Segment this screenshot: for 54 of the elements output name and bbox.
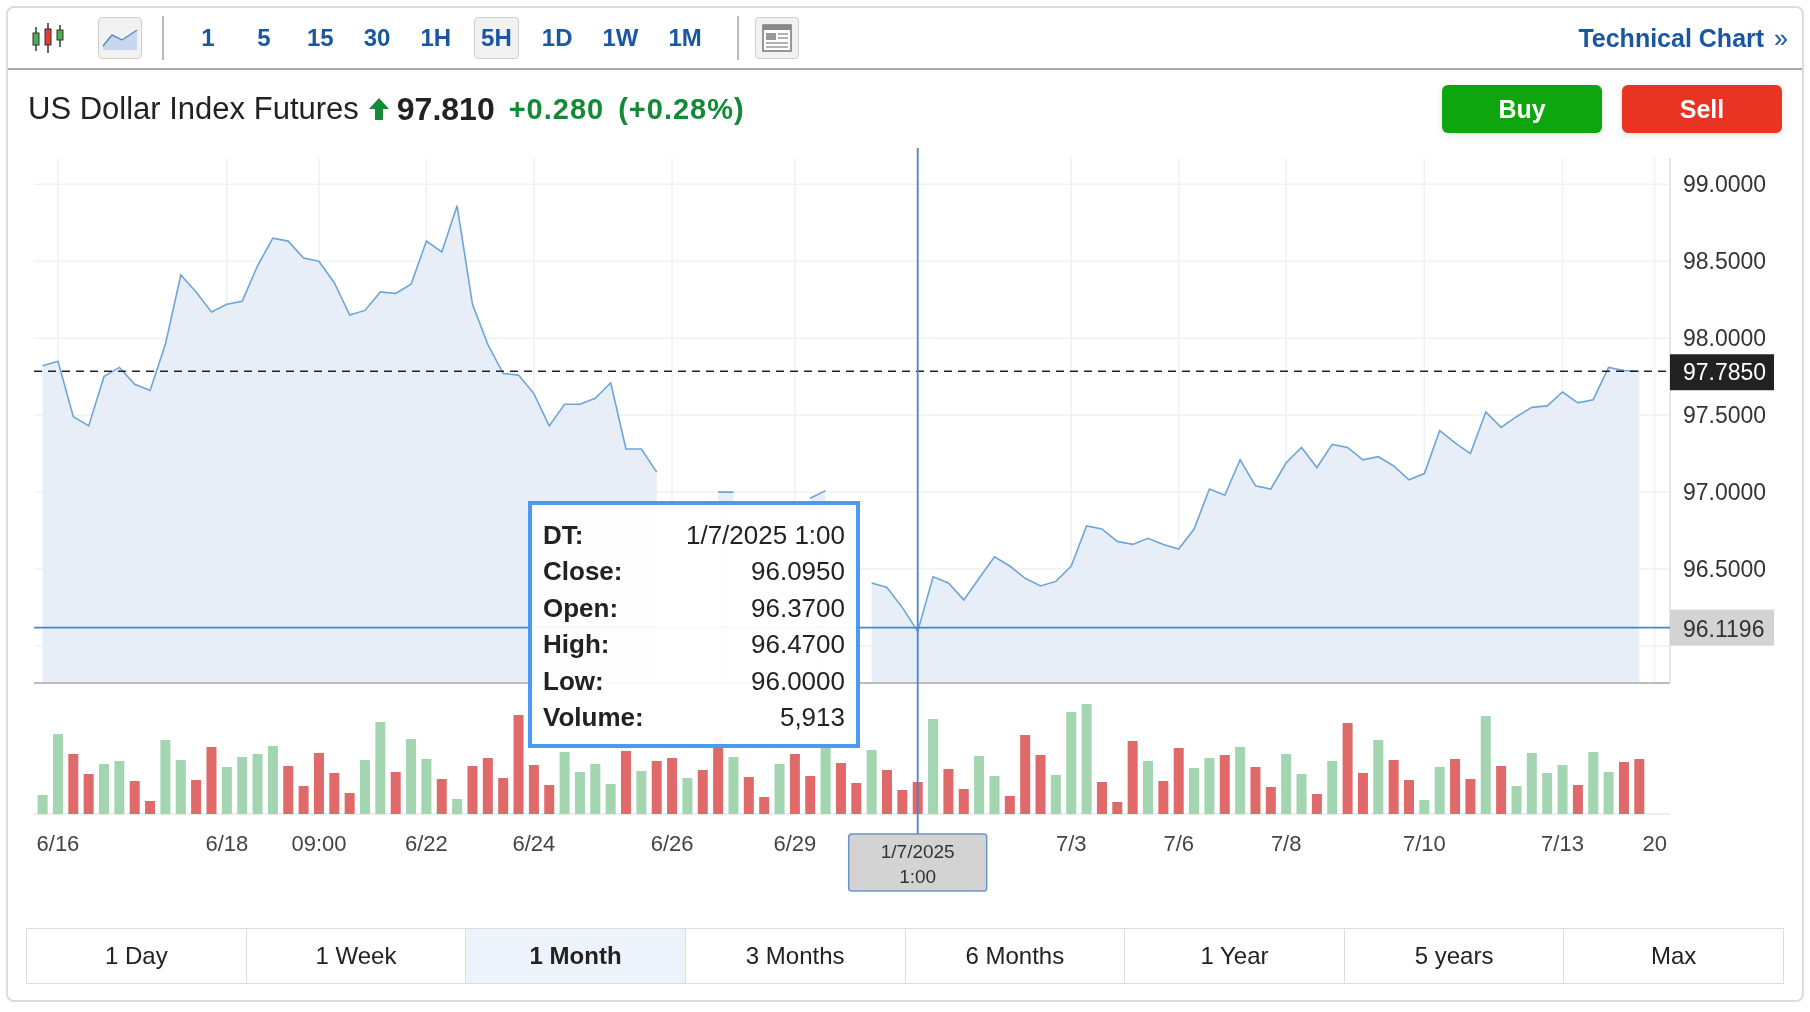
last-price: 97.810: [396, 90, 495, 128]
price-change: +0.280: [508, 92, 605, 126]
interval-button[interactable]: 1D: [534, 17, 580, 59]
x-axis-label: 09:00: [291, 831, 347, 856]
y-axis-label: 96.5000: [1683, 556, 1767, 583]
tooltip-label: High:: [543, 629, 610, 661]
interval-button[interactable]: 1H: [413, 17, 459, 59]
line-chart-button[interactable]: [98, 17, 142, 59]
sell-button[interactable]: Sell: [1622, 85, 1782, 133]
interval-button[interactable]: 15: [300, 17, 341, 59]
ref-line-label: 96.1196: [1683, 615, 1765, 642]
interval-button[interactable]: 1M: [661, 17, 709, 59]
tooltip-value: 1/7/2025 1:00: [685, 519, 845, 551]
tooltip-label: Open:: [543, 592, 619, 624]
x-axis-label: 6/26: [650, 831, 694, 856]
instrument-name: US Dollar Index Futures: [28, 91, 359, 127]
interval-button[interactable]: 5: [244, 17, 284, 59]
x-axis-label: 6/22: [405, 831, 448, 856]
interval-button[interactable]: 30: [356, 17, 398, 59]
x-axis-label: 7/6: [1163, 831, 1194, 856]
price-change-percent: (+0.28%): [618, 92, 745, 126]
y-axis-label: 97.5000: [1683, 402, 1767, 429]
x-axis-label: 6/29: [773, 831, 817, 856]
y-axis-label: 99.0000: [1683, 171, 1767, 198]
interval-button[interactable]: 5H: [474, 17, 519, 59]
tooltip-label: Volume:: [543, 702, 644, 734]
y-axis-label: 98.5000: [1683, 248, 1767, 275]
y-axis-label: 97.0000: [1683, 479, 1767, 506]
tooltip-value: 96.0000: [751, 665, 845, 697]
x-axis-label: 6/16: [36, 831, 80, 856]
interval-button[interactable]: 1W: [595, 17, 646, 59]
tooltip-value: 5,913: [779, 702, 845, 734]
tooltip-value: 96.0950: [751, 556, 845, 588]
crosshair-price-tag: 96.1196: [1670, 609, 1774, 646]
x-axis-label: 6/24: [512, 831, 556, 856]
interval-button[interactable]: 1: [188, 17, 228, 59]
y-axis-label: 98.0000: [1683, 325, 1767, 352]
x-axis-label: 7/10: [1402, 831, 1446, 856]
x-axis-label: 20: [1642, 831, 1667, 856]
tooltip-label: DT:: [543, 519, 584, 551]
ref-line-label: 97.7850: [1683, 359, 1767, 386]
tooltip-value: 96.3700: [751, 592, 845, 624]
technical-chart-link[interactable]: Technical Chart »: [1578, 23, 1788, 53]
x-axis-label: 7/13: [1541, 831, 1584, 856]
tooltip-label: Low:: [543, 665, 604, 697]
crosshair-date-tag: 1/7/2025 1:00: [847, 833, 988, 892]
range-tab[interactable]: 1 Month: [465, 929, 685, 983]
x-axis-label: 6/18: [205, 831, 249, 856]
layout-button[interactable]: [754, 17, 799, 59]
tooltip-label: Close:: [543, 556, 623, 588]
last-price-tag: 97.7850: [1670, 354, 1774, 391]
x-axis-label: 7/8: [1270, 831, 1302, 856]
tooltip-value: 96.4700: [751, 629, 845, 661]
x-axis-label: 7/3: [1055, 831, 1087, 856]
